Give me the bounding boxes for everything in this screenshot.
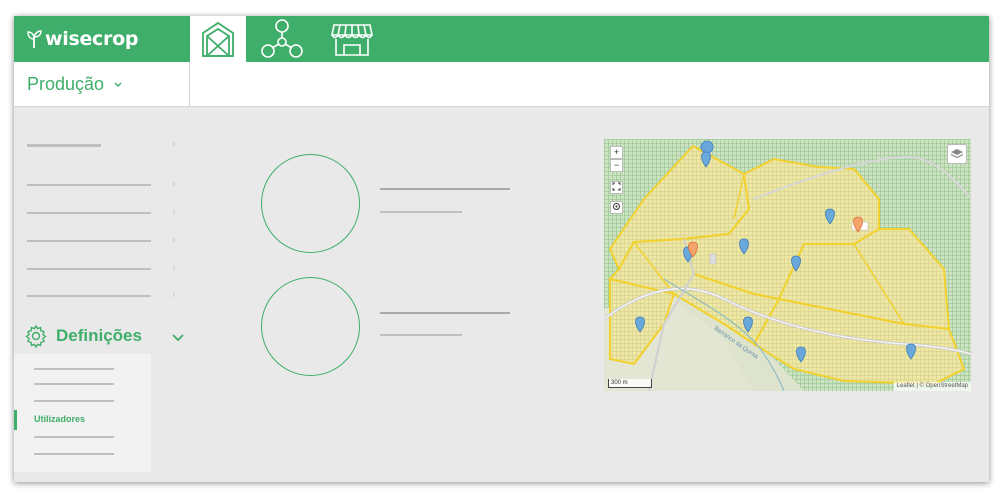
stat-subtitle-placeholder [380,211,462,213]
chevron-down-icon [172,327,184,347]
nav-production[interactable] [190,16,246,62]
market-stall-icon [331,24,373,56]
settings-menu[interactable]: Definições [24,324,184,348]
map-attribution[interactable]: Leaflet | © OpenStreetMap [893,382,971,391]
submenu-item-placeholder[interactable] [34,453,114,455]
stat-subtitle-placeholder [380,334,462,336]
fullscreen-icon[interactable] [610,181,623,194]
settings-label: Definições [56,326,142,345]
chevron-right-icon: › [172,262,176,274]
zoom-out-button[interactable]: − [610,159,623,172]
layers-icon[interactable] [947,144,967,164]
chevron-right-icon: › [172,234,176,246]
zoom-in-button[interactable]: + [610,146,623,159]
stat-title-placeholder [380,188,510,190]
gear-icon [25,324,47,348]
logo-text: wisecrop [45,28,139,50]
chevron-down-icon [114,79,122,91]
chevron-right-icon: › [172,178,176,190]
menu-item-placeholder[interactable] [27,144,101,147]
map-tiles: Barranco da Quinta [604,139,971,391]
app-window: wisecrop Produção › › › › › › Definições… [14,16,989,482]
chevron-right-icon: › [172,289,176,301]
map-scale: 300 m [608,379,652,388]
stat-title-placeholder [380,312,510,314]
module-selector[interactable]: Produção [14,62,190,107]
sprout-icon [27,30,42,48]
locate-icon[interactable] [610,201,623,214]
nav-network[interactable] [254,16,310,62]
menu-item-placeholder[interactable] [27,240,151,242]
greenhouse-icon [202,21,234,57]
farm-map[interactable]: Barranco da Quinta + − 300 m Leaflet | ©… [604,139,971,391]
stat-circle-placeholder [261,277,360,376]
submenu-item-users[interactable]: Utilizadores [34,414,85,424]
submenu-item-placeholder[interactable] [34,436,114,438]
network-icon [261,19,303,58]
menu-item-placeholder[interactable] [27,268,151,270]
menu-item-placeholder[interactable] [27,184,151,186]
active-item-indicator [14,410,17,430]
chevron-right-icon: › [172,138,176,150]
submenu-item-placeholder[interactable] [34,368,114,370]
menu-item-placeholder[interactable] [27,295,151,297]
module-bar: Produção [14,62,989,107]
nav-market[interactable] [324,16,380,62]
app-logo[interactable]: wisecrop [26,26,138,52]
settings-submenu [14,354,151,472]
submenu-item-placeholder[interactable] [34,383,114,385]
module-label: Produção [27,74,105,94]
stat-circle-placeholder [261,154,360,253]
submenu-item-placeholder[interactable] [34,400,114,402]
chevron-right-icon: › [172,206,176,218]
menu-item-placeholder[interactable] [27,212,151,214]
top-navigation-bar: wisecrop [14,16,989,62]
